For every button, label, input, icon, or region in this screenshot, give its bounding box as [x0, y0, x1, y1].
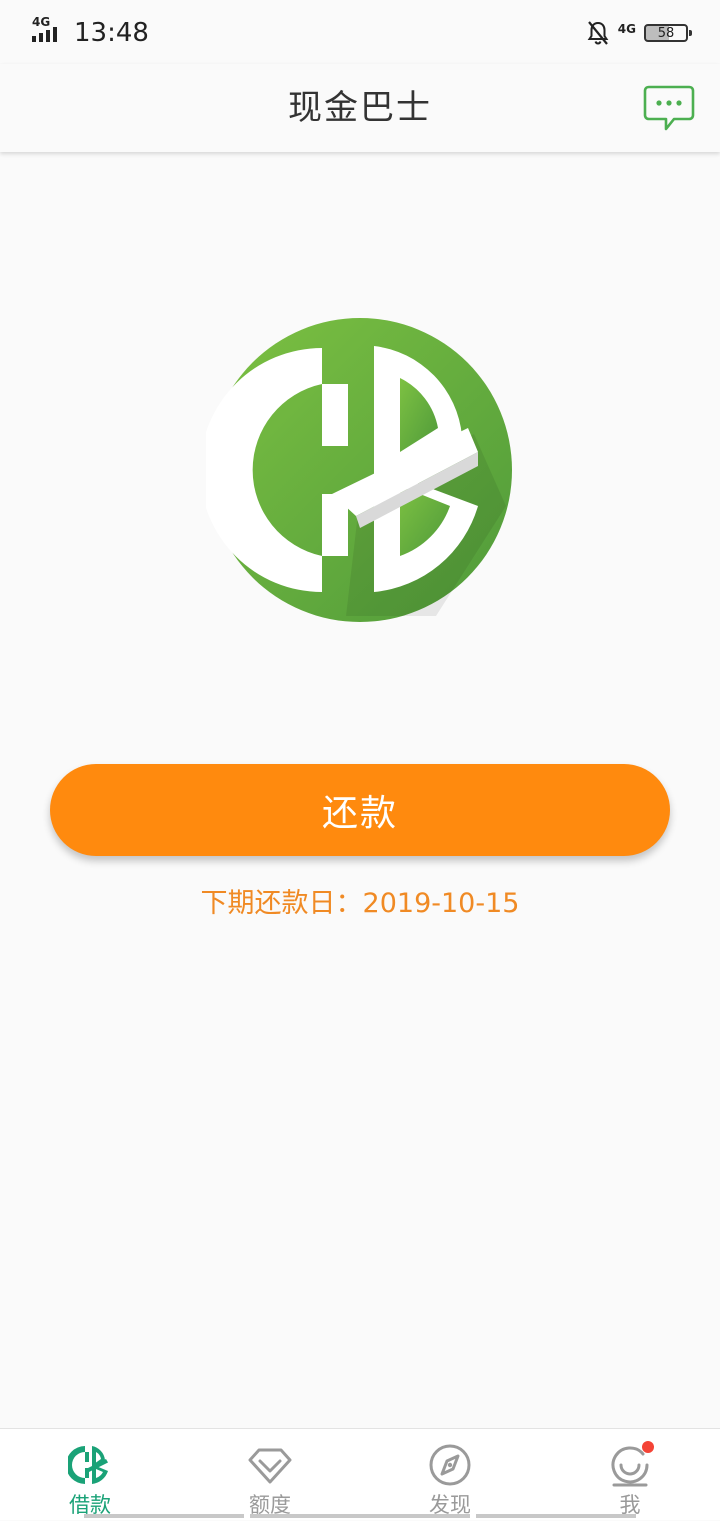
- status-icons: 4G 58: [586, 18, 692, 48]
- tab-discover[interactable]: 发现: [360, 1429, 540, 1521]
- cashbus-logo-icon: [66, 1443, 112, 1487]
- next-due-date: 下期还款日：2019-10-15: [200, 888, 520, 919]
- network-type-right: 4G: [617, 22, 636, 36]
- cashbus-logo: [200, 316, 514, 624]
- signal-icon: 4G: [32, 16, 66, 44]
- page-title: 现金巴士: [288, 88, 432, 128]
- diamond-icon: [248, 1443, 292, 1487]
- battery-level: 58: [657, 25, 675, 41]
- tab-me[interactable]: 我: [540, 1429, 720, 1521]
- battery-icon: 58: [644, 24, 692, 42]
- repay-button[interactable]: 还款: [50, 764, 670, 856]
- app-header: 现金巴士: [0, 64, 720, 152]
- bottom-nav: 借款 额度 发现 我: [0, 1428, 720, 1520]
- tab-credit[interactable]: 额度: [180, 1429, 360, 1521]
- bell-muted-icon: [586, 20, 610, 46]
- tab-borrow[interactable]: 借款: [0, 1429, 180, 1521]
- status-time: 13:48: [74, 18, 149, 48]
- network-type-left: 4G: [32, 15, 51, 29]
- notification-dot: [642, 1441, 654, 1453]
- status-bar: 4G 13:48 4G 58: [0, 0, 720, 64]
- chat-bubble-icon: [643, 85, 695, 131]
- message-button[interactable]: [642, 84, 696, 134]
- compass-icon: [428, 1443, 472, 1487]
- home-indicator: [0, 1514, 720, 1520]
